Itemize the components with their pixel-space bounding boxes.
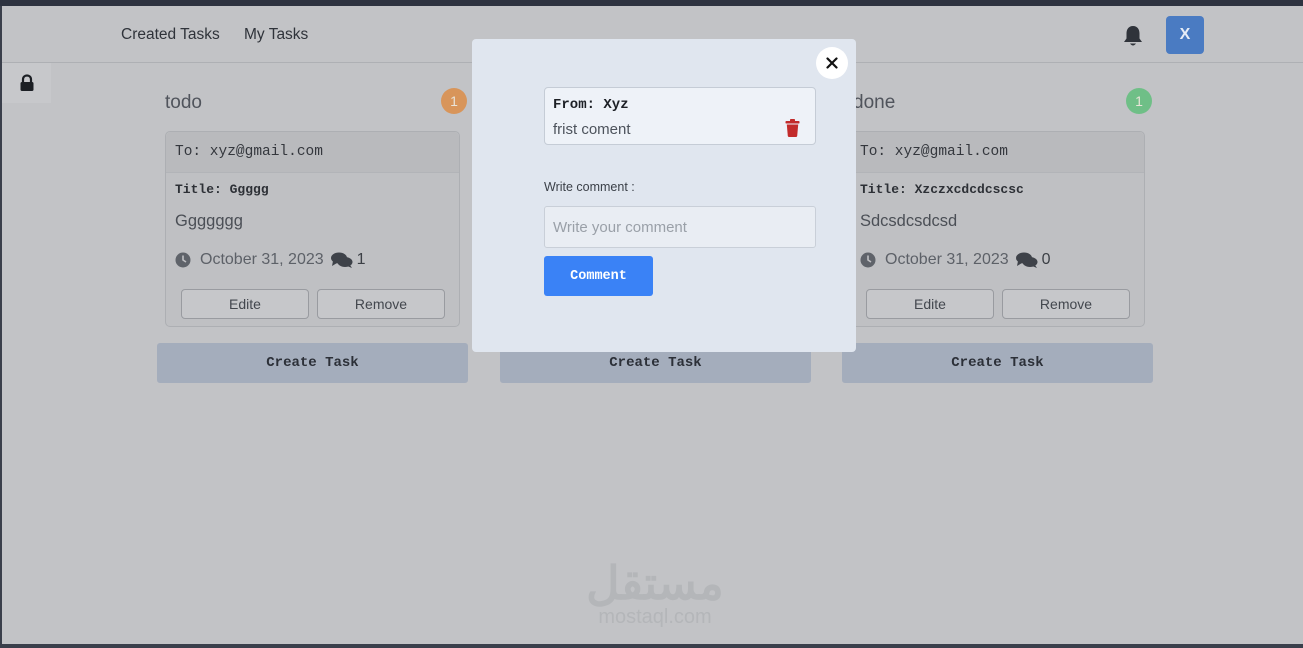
nav-created-tasks[interactable]: Created Tasks bbox=[121, 26, 220, 44]
card-title: Title: Xzczxcdcdcscsc bbox=[860, 182, 1024, 197]
remove-button[interactable]: Remove bbox=[317, 289, 445, 319]
bell-icon[interactable] bbox=[1122, 24, 1144, 48]
lock-icon bbox=[20, 74, 33, 91]
card-comment-count: 1 bbox=[356, 251, 366, 268]
create-task-button-done[interactable]: Create Task bbox=[842, 343, 1153, 383]
card-date: October 31, 2023 bbox=[200, 251, 324, 268]
submit-comment-button[interactable]: Comment bbox=[544, 256, 653, 296]
task-card: To: xyz@gmail.com Title: Xzczxcdcdcscsc … bbox=[850, 131, 1145, 327]
write-comment-label: Write comment : bbox=[544, 180, 635, 194]
nav-my-tasks[interactable]: My Tasks bbox=[244, 26, 308, 44]
create-task-button-todo[interactable]: Create Task bbox=[157, 343, 468, 383]
watermark-latin: mostaql.com bbox=[598, 606, 712, 628]
close-modal-button[interactable] bbox=[816, 47, 848, 79]
card-description: Sdcsdcsdcsd bbox=[860, 212, 958, 230]
card-comment-count: 0 bbox=[1041, 251, 1051, 268]
comment-item: From: Xyz frist coment bbox=[544, 87, 816, 145]
todo-count-badge: 1 bbox=[441, 88, 467, 114]
remove-button[interactable]: Remove bbox=[1002, 289, 1130, 319]
card-date: October 31, 2023 bbox=[885, 251, 1009, 268]
card-recipient: To: xyz@gmail.com bbox=[166, 132, 459, 173]
column-title-todo: todo bbox=[165, 92, 202, 113]
window-bottom-border bbox=[0, 644, 1303, 648]
watermark-arabic: مستقل bbox=[586, 557, 724, 609]
card-meta: October 31, 2023 0 bbox=[860, 251, 1051, 269]
card-title: Title: Ggggg bbox=[175, 182, 269, 197]
comment-author: From: Xyz bbox=[553, 97, 629, 113]
card-description: Ggggggg bbox=[175, 212, 243, 230]
comment-text: frist coment bbox=[553, 121, 631, 138]
task-card: To: xyz@gmail.com Title: Ggggg Ggggggg O… bbox=[165, 131, 460, 327]
edit-button[interactable]: Edite bbox=[866, 289, 994, 319]
comments-icon[interactable] bbox=[1015, 252, 1038, 268]
user-avatar-button[interactable]: X bbox=[1166, 16, 1204, 54]
comments-modal: From: Xyz frist coment Write comment : C… bbox=[472, 39, 856, 352]
clock-icon bbox=[860, 252, 876, 268]
card-recipient: To: xyz@gmail.com bbox=[851, 132, 1144, 173]
watermark: مستقل mostaql.com bbox=[575, 560, 735, 628]
card-meta: October 31, 2023 1 bbox=[175, 251, 366, 269]
comments-icon[interactable] bbox=[330, 252, 353, 268]
clock-icon bbox=[175, 252, 191, 268]
comment-input[interactable] bbox=[544, 206, 816, 248]
lock-button[interactable] bbox=[2, 63, 51, 103]
done-count-badge: 1 bbox=[1126, 88, 1152, 114]
edit-button[interactable]: Edite bbox=[181, 289, 309, 319]
close-icon bbox=[826, 57, 838, 69]
column-title-done: done bbox=[853, 92, 896, 113]
trash-icon[interactable] bbox=[785, 119, 800, 137]
